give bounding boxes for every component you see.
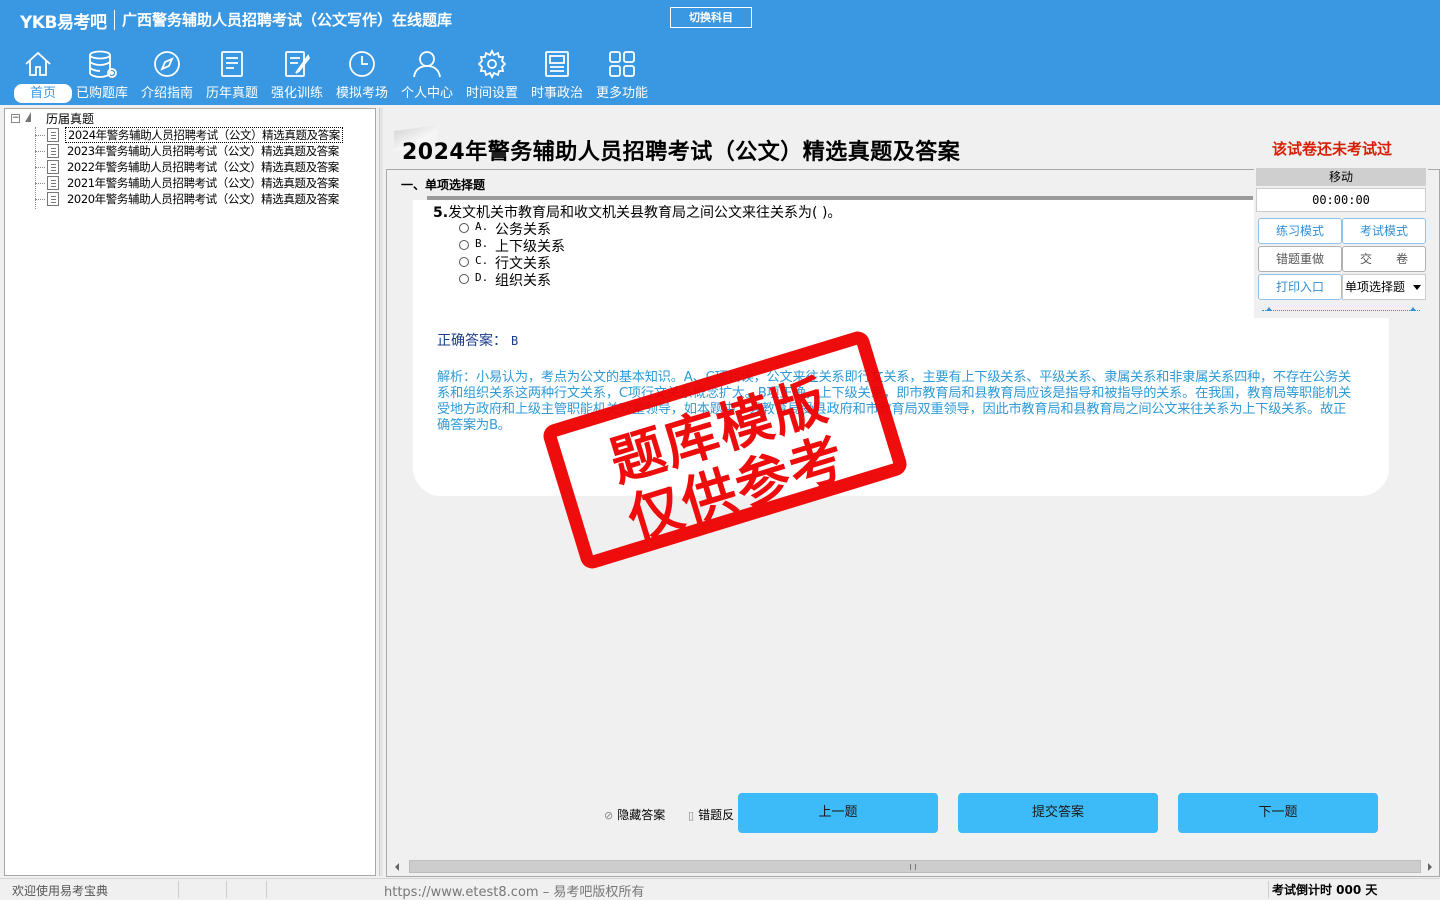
tree-item-label: 2023年警务辅助人员招聘考试（公文）精选真题及答案 (67, 144, 339, 158)
panel-scroll-indicator[interactable] (1262, 307, 1420, 315)
user-icon (413, 51, 441, 78)
tree-item-2020[interactable]: 2020年警务辅助人员招聘考试（公文）精选真题及答案 (35, 191, 365, 207)
chevron-down-icon (1413, 285, 1421, 290)
paper-header: 2024年警务辅助人员招聘考试（公文）精选真题及答案 该试卷还未考试过 (394, 120, 1440, 168)
practice-mode-button[interactable]: 练习模式 (1258, 218, 1342, 244)
question-number: 5. (433, 205, 449, 221)
error-feedback-toggle[interactable]: ▯ 错题反 (688, 806, 738, 824)
next-question-button[interactable]: 下一题 (1178, 793, 1378, 833)
status-bar: 欢迎使用易考宝典 https://www.etest8.com – 易考吧版权所… (0, 878, 1440, 900)
question-card: 5.发文机关市教育局和收文机关县教育局之间公文来往关系为( )。 A. 公务关系… (413, 200, 1389, 496)
document-icon (47, 160, 59, 174)
app-title: 广西警务辅助人员招聘考试（公文写作）在线题库 (122, 11, 453, 29)
grid-icon (609, 51, 635, 77)
gear-icon (477, 48, 507, 80)
title-divider (114, 10, 115, 30)
edit-icon (285, 51, 311, 77)
paper-tree: − 历届真题 2024年警务辅助人员招聘考试（公文）精选真题及答案 2023年警… (4, 108, 376, 876)
app-logo: YKB易考吧 (20, 13, 107, 33)
scroll-right-icon[interactable] (1428, 863, 1432, 871)
nav-past-papers[interactable]: 历年真题 (200, 44, 264, 104)
radio-button[interactable] (459, 223, 469, 233)
timer-display: 00:00:00 (1256, 188, 1426, 212)
nav-home[interactable]: 首页 (6, 44, 72, 104)
redo-wrong-button[interactable]: 错题重做 (1258, 246, 1342, 272)
print-button[interactable]: 打印入口 (1258, 274, 1342, 300)
tree-item-label: 2021年警务辅助人员招聘考试（公文）精选真题及答案 (67, 176, 339, 190)
tree-item-2023[interactable]: 2023年警务辅助人员招聘考试（公文）精选真题及答案 (35, 143, 365, 159)
collapse-icon[interactable]: − (11, 114, 20, 123)
tree-item-2024[interactable]: 2024年警务辅助人员招聘考试（公文）精选真题及答案 (35, 127, 365, 143)
tree-item-label: 2020年警务辅助人员招聘考试（公文）精选真题及答案 (67, 192, 339, 206)
section-title: 一、单项选择题 (401, 178, 486, 192)
scroll-left-icon[interactable] (395, 863, 399, 871)
switch-subject-button[interactable]: 切换科目 (670, 7, 752, 28)
copyright-text: https://www.etest8.com – 易考吧版权所有 (384, 885, 645, 900)
correct-answer: 正确答案： B (437, 333, 519, 349)
prev-question-button[interactable]: 上一题 (738, 793, 938, 833)
nav-purchased[interactable]: 已购题库 (70, 44, 134, 104)
radio-button[interactable] (459, 274, 469, 284)
feedback-icon: ▯ (688, 809, 695, 822)
database-icon (89, 50, 117, 78)
nav-time-settings[interactable]: 时间设置 (460, 44, 524, 104)
nav-mock-exam[interactable]: 模拟考场 (330, 44, 394, 104)
newspaper-icon (545, 51, 569, 77)
list-icon (221, 51, 243, 77)
hide-answer-toggle[interactable]: ⊘ 隐藏答案 (604, 806, 665, 824)
eye-off-icon: ⊘ (604, 809, 614, 822)
clock-icon (349, 51, 375, 77)
exam-mode-button[interactable]: 考试模式 (1342, 218, 1426, 244)
tree-item-label: 2022年警务辅助人员招聘考试（公文）精选真题及答案 (67, 160, 339, 174)
nav-training[interactable]: 强化训练 (265, 44, 329, 104)
document-icon (47, 144, 59, 158)
scroll-thumb[interactable] (409, 860, 1421, 873)
radio-button[interactable] (459, 240, 469, 250)
nav-profile[interactable]: 个人中心 (395, 44, 459, 104)
home-icon (25, 51, 51, 76)
top-bar: YKB易考吧 广西警务辅助人员招聘考试（公文写作）在线题库 切换科目 首页 已购… (0, 0, 1440, 105)
exam-status-text: 该试卷还未考试过 (1272, 140, 1393, 158)
submit-answer-button[interactable]: 提交答案 (958, 793, 1158, 833)
tree-item-2021[interactable]: 2021年警务辅助人员招聘考试（公文）精选真题及答案 (35, 175, 365, 191)
question-type-select[interactable]: 单项选择题 (1342, 274, 1426, 300)
nav-guide[interactable]: 介绍指南 (135, 44, 199, 104)
control-panel: 移动 00:00:00 练习模式 考试模式 错题重做 交 卷 打印入口 单项选择… (1254, 166, 1428, 318)
exam-countdown: 考试倒计时 000 天 (1272, 883, 1378, 897)
document-icon (47, 176, 59, 190)
document-icon (47, 128, 59, 142)
panel-move-handle[interactable]: 移动 (1256, 168, 1426, 186)
horizontal-scrollbar[interactable] (389, 858, 1438, 875)
answer-analysis: 解析：小易认为，考点为公文的基本知识。A、C项错误，公文来往关系即行文关系，主要… (437, 370, 1351, 433)
document-icon (47, 192, 59, 206)
folder-icon (25, 112, 31, 122)
tree-item-label: 2024年警务辅助人员招聘考试（公文）精选真题及答案 (65, 127, 343, 143)
tree-item-2022[interactable]: 2022年警务辅助人员招聘考试（公文）精选真题及答案 (35, 159, 365, 175)
nav-current-affairs[interactable]: 时事政治 (525, 44, 589, 104)
tree-root-label: 历届真题 (46, 112, 95, 126)
pane-splitter[interactable] (379, 108, 383, 876)
welcome-text: 欢迎使用易考宝典 (12, 884, 109, 898)
radio-button[interactable] (459, 257, 469, 267)
submit-paper-button[interactable]: 交 卷 (1342, 246, 1426, 272)
paper-title: 2024年警务辅助人员招聘考试（公文）精选真题及答案 (402, 140, 961, 165)
answer-value: B (511, 334, 519, 348)
compass-icon (154, 51, 180, 77)
nav-more[interactable]: 更多功能 (590, 44, 654, 104)
